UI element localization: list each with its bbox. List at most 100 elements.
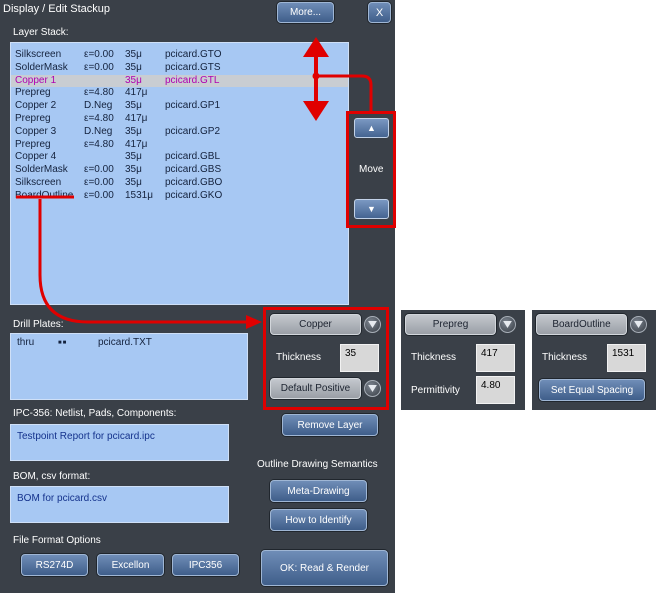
layer-name: Copper 4 xyxy=(15,151,57,163)
prepreg-type-dropdown-icon[interactable] xyxy=(499,316,516,333)
polarity-select[interactable]: Default Positive xyxy=(270,378,361,399)
copper-thickness-input[interactable]: 35 xyxy=(340,344,379,372)
layer-thickness: 417μ xyxy=(125,113,148,124)
prepreg-thickness-input[interactable]: 417 xyxy=(476,344,515,372)
polarity-dropdown-icon[interactable] xyxy=(364,380,381,397)
layer-param: D.Neg xyxy=(84,100,113,112)
layer-file: pcicard.GP2 xyxy=(165,125,221,137)
layer-row[interactable]: Copper 1 35μ pcicard.GTL xyxy=(11,74,348,87)
layer-param: ε=4.80 xyxy=(84,87,114,99)
drill-plates-list[interactable]: thru ■■ pcicard.TXT xyxy=(10,333,248,400)
drill-plates-label: Drill Plates: xyxy=(13,319,64,330)
layer-file: pcicard.GTS xyxy=(165,61,221,73)
layer-row[interactable]: BoardOutline ε=0.00 1531μ pcicard.GKO xyxy=(11,190,348,202)
layer-file: pcicard.GTL xyxy=(165,74,220,86)
ipc-label: IPC-356: Netlist, Pads, Components: xyxy=(13,408,177,419)
layer-param: ε=0.00 xyxy=(84,61,114,73)
permittivity-input[interactable]: 4.80 xyxy=(476,376,515,404)
layer-file: pcicard.GBL xyxy=(165,151,221,163)
layer-param: ε=4.80 xyxy=(84,138,114,150)
layer-name: Copper 3 xyxy=(15,125,57,137)
layer-param: ε=0.00 xyxy=(84,49,114,60)
prepreg-type-select[interactable]: Prepreg xyxy=(405,314,496,335)
remove-layer-button[interactable]: Remove Layer xyxy=(282,414,378,436)
layer-param: ε=4.80 xyxy=(84,113,114,124)
layer-file: pcicard.GP1 xyxy=(165,100,221,112)
drill-type: thru xyxy=(17,337,35,348)
layer-row[interactable]: Silkscreen ε=0.00 35μ pcicard.GTO xyxy=(11,49,348,61)
bom-field[interactable]: BOM for pcicard.csv xyxy=(10,486,229,523)
stackup-dialog: Display / Edit Stackup More... X Layer S… xyxy=(0,0,395,593)
layer-name: SolderMask xyxy=(15,164,68,176)
layer-row[interactable]: Silkscreen ε=0.00 35μ pcicard.GBO xyxy=(11,177,348,189)
layer-name: Copper 2 xyxy=(15,100,57,112)
layer-name: Prepreg xyxy=(15,113,51,124)
meta-drawing-button[interactable]: Meta-Drawing xyxy=(270,480,367,502)
layer-param: ε=0.00 xyxy=(84,177,114,188)
move-up-button[interactable]: ▲ xyxy=(354,118,389,138)
layer-row[interactable]: Copper 4 35μ pcicard.GBL xyxy=(11,151,348,163)
layer-thickness: 35μ xyxy=(125,151,142,163)
file-format-label: File Format Options xyxy=(13,535,101,546)
layer-thickness: 417μ xyxy=(125,87,148,99)
layer-file: pcicard.GBS xyxy=(165,164,222,176)
rs274d-button[interactable]: RS274D xyxy=(21,554,88,576)
layer-param: D.Neg xyxy=(84,125,113,137)
excellon-button[interactable]: Excellon xyxy=(97,554,164,576)
layer-thickness: 1531μ xyxy=(125,189,154,201)
drill-file: pcicard.TXT xyxy=(98,337,152,348)
prepreg-properties-panel: Prepreg Thickness 417 Permittivity 4.80 xyxy=(401,310,525,410)
layer-name: BoardOutline xyxy=(15,189,74,201)
outline-semantics-label: Outline Drawing Semantics xyxy=(257,459,378,470)
layer-name: Silkscreen xyxy=(15,177,62,188)
layer-row[interactable]: Prepreg ε=4.80 417μ xyxy=(11,139,348,151)
layer-row[interactable]: Prepreg ε=4.80 417μ xyxy=(11,113,348,125)
layer-param: ε=0.00 xyxy=(84,164,114,176)
layer-name: Prepreg xyxy=(15,87,51,99)
layer-name: SolderMask xyxy=(15,61,68,73)
layer-row[interactable]: Prepreg ε=4.80 417μ xyxy=(11,87,348,99)
ipc356-button[interactable]: IPC356 xyxy=(172,554,239,576)
how-to-identify-button[interactable]: How to Identify xyxy=(270,509,367,531)
outline-thickness-label: Thickness xyxy=(542,352,588,363)
drill-marker: ■■ xyxy=(58,340,68,346)
outline-thickness-input[interactable]: 1531 xyxy=(607,344,646,372)
layer-file: pcicard.GKO xyxy=(165,189,223,201)
layer-name: Silkscreen xyxy=(15,49,62,60)
bom-label: BOM, csv format: xyxy=(13,471,91,482)
layer-thickness: 35μ xyxy=(125,100,142,112)
layer-thickness: 35μ xyxy=(125,164,142,176)
permittivity-label: Permittivity xyxy=(411,385,460,396)
set-equal-spacing-button[interactable]: Set Equal Spacing xyxy=(539,379,645,401)
layer-thickness: 35μ xyxy=(125,125,142,137)
layer-type-dropdown-icon[interactable] xyxy=(364,316,381,333)
copper-thickness-label: Thickness xyxy=(276,352,322,363)
layer-thickness: 35μ xyxy=(125,74,142,86)
layer-name: Copper 1 xyxy=(15,74,57,86)
layer-file: pcicard.GTO xyxy=(165,49,222,60)
layer-row[interactable]: Copper 2 D.Neg 35μ pcicard.GP1 xyxy=(11,100,348,112)
layer-row[interactable]: SolderMask ε=0.00 35μ pcicard.GTS xyxy=(11,62,348,74)
prepreg-thickness-label: Thickness xyxy=(411,352,457,363)
outline-type-select[interactable]: BoardOutline xyxy=(536,314,627,335)
outline-type-dropdown-icon[interactable] xyxy=(630,316,647,333)
layer-file: pcicard.GBO xyxy=(165,177,223,188)
layer-type-select[interactable]: Copper xyxy=(270,314,361,335)
move-label: Move xyxy=(359,164,384,175)
layer-stack-list[interactable]: Silkscreen ε=0.00 35μ pcicard.GTO SolderMask… xyxy=(10,42,349,305)
layer-thickness: 35μ xyxy=(125,61,142,73)
layer-name: Prepreg xyxy=(15,138,51,150)
layer-thickness: 417μ xyxy=(125,138,148,150)
layer-row[interactable]: SolderMask ε=0.00 35μ pcicard.GBS xyxy=(11,164,348,176)
move-down-button[interactable]: ▼ xyxy=(354,199,389,219)
layer-thickness: 35μ xyxy=(125,177,142,188)
layer-row[interactable]: Copper 3 D.Neg 35μ pcicard.GP2 xyxy=(11,126,348,138)
ipc-report-field[interactable]: Testpoint Report for pcicard.ipc xyxy=(10,424,229,461)
ok-read-render-button[interactable]: OK: Read & Render xyxy=(261,550,388,586)
close-button[interactable]: X xyxy=(368,2,391,23)
dialog-title: Display / Edit Stackup xyxy=(3,3,110,15)
drill-row[interactable]: thru ■■ pcicard.TXT xyxy=(11,337,247,349)
layer-stack-label: Layer Stack: xyxy=(13,27,69,38)
more-button[interactable]: More... xyxy=(277,2,334,23)
layer-param: ε=0.00 xyxy=(84,189,114,201)
